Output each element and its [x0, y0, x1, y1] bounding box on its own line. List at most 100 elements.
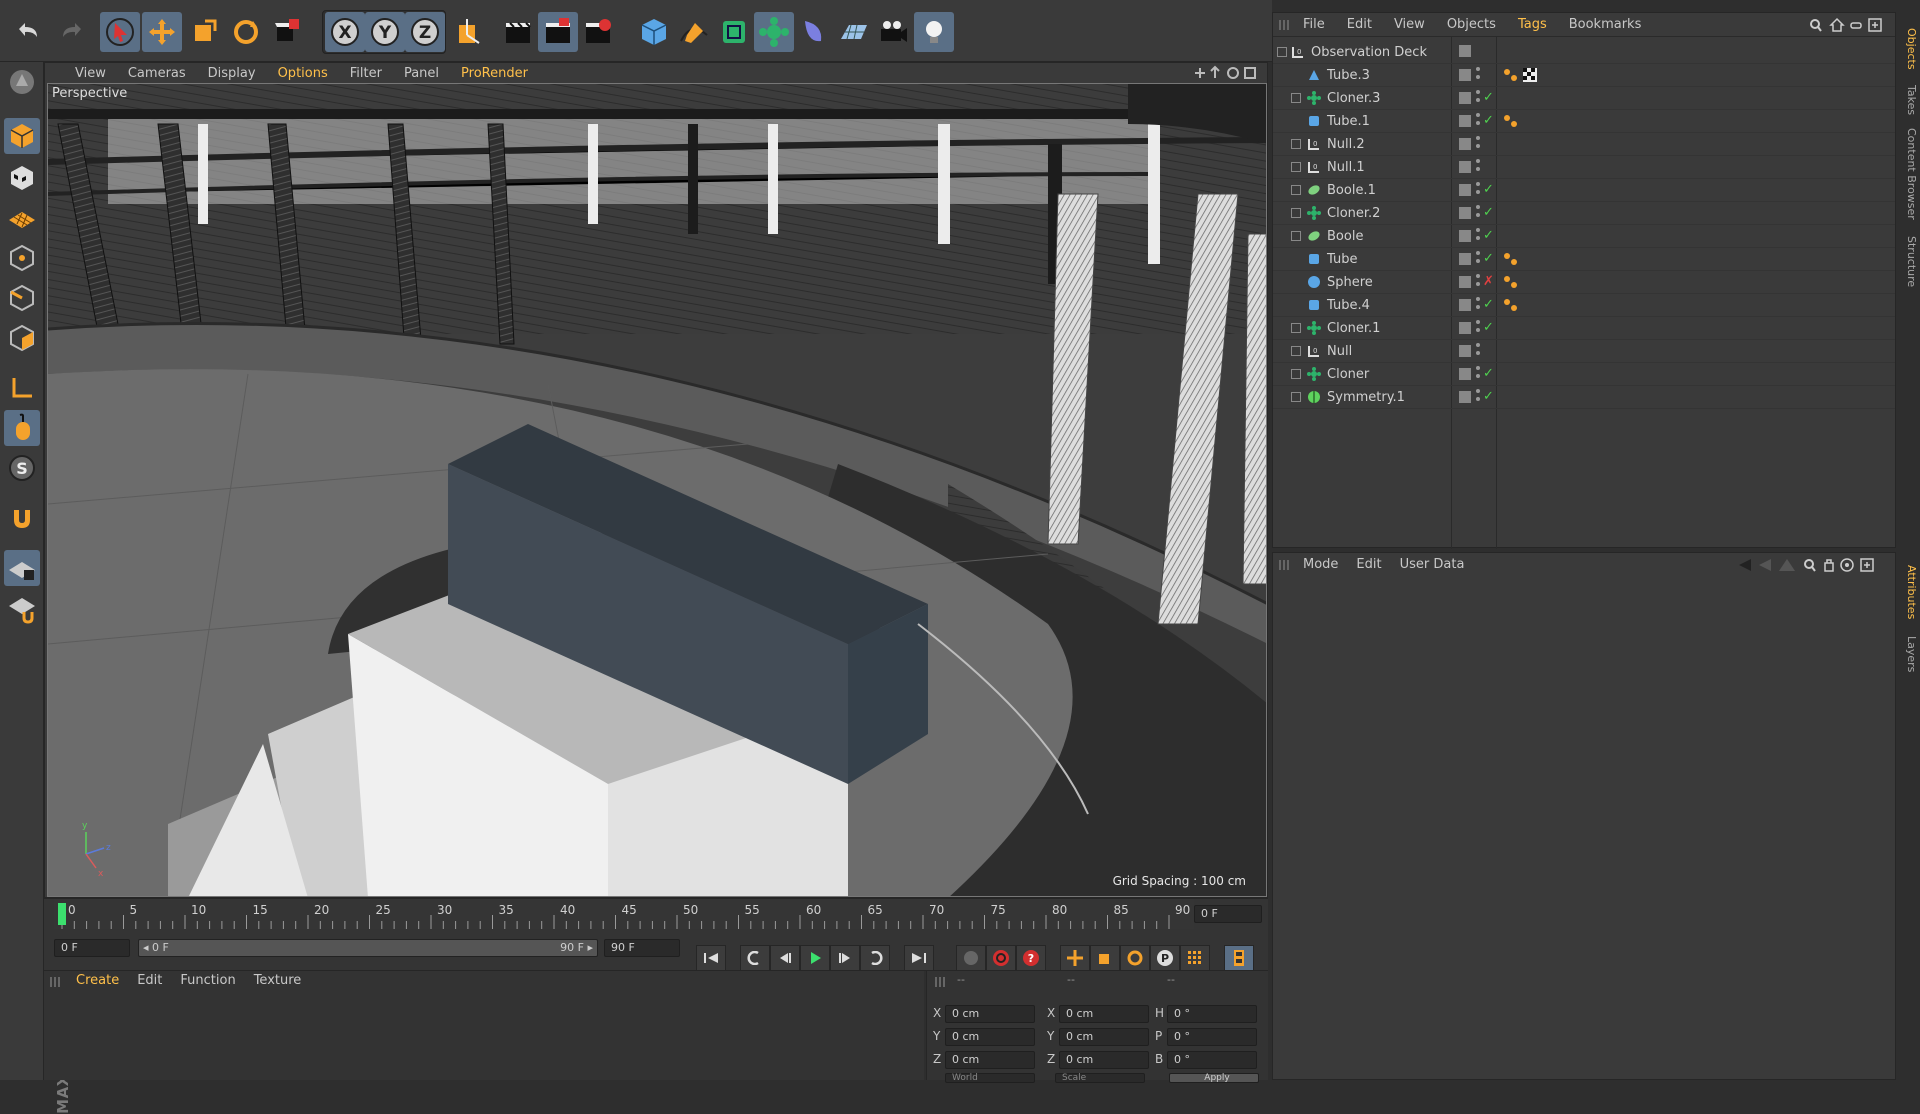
- axis-z-button[interactable]: Z: [405, 12, 445, 52]
- render-visibility-dot[interactable]: [1476, 328, 1480, 332]
- size-y-field[interactable]: 0 cm: [1059, 1028, 1149, 1046]
- magnet-button[interactable]: [4, 500, 40, 536]
- viewport-menu-prorender[interactable]: ProRender: [461, 66, 528, 81]
- material-menu-create[interactable]: Create: [76, 973, 119, 988]
- tab-content-browser[interactable]: Content Browser: [1898, 126, 1918, 222]
- render-visibility-dot[interactable]: [1476, 236, 1480, 240]
- coord-mode-dropdown[interactable]: World: [945, 1073, 1035, 1083]
- add-light-button[interactable]: [914, 12, 954, 52]
- editor-visibility-dot[interactable]: [1476, 205, 1480, 209]
- material-tag-icon[interactable]: [1503, 68, 1519, 82]
- object-row[interactable]: Cloner.3 ✓: [1273, 87, 1895, 110]
- render-visibility-dot[interactable]: [1476, 374, 1480, 378]
- layer-icon[interactable]: [1459, 391, 1471, 403]
- object-row[interactable]: 0 Null.1: [1273, 156, 1895, 179]
- editor-visibility-dot[interactable]: [1476, 159, 1480, 163]
- obj-menu-objects[interactable]: Objects: [1447, 17, 1496, 32]
- axis-mode-button[interactable]: [4, 370, 40, 406]
- workplane-mode-button[interactable]: [4, 200, 40, 236]
- panel-grip-icon[interactable]: [1279, 560, 1289, 570]
- layer-icon[interactable]: [1459, 230, 1471, 242]
- undo-button[interactable]: [8, 12, 48, 52]
- edges-mode-button[interactable]: [4, 280, 40, 316]
- layer-icon[interactable]: [1459, 115, 1471, 127]
- object-row[interactable]: Symmetry.1 ✓: [1273, 386, 1895, 409]
- position-z-field[interactable]: 0 cm: [945, 1051, 1035, 1069]
- autokey-button[interactable]: [986, 945, 1016, 971]
- rotation-b-field[interactable]: 0 °: [1167, 1051, 1257, 1069]
- model-mode-button[interactable]: [4, 118, 40, 154]
- layer-icon[interactable]: [1459, 92, 1471, 104]
- playhead[interactable]: [58, 903, 66, 925]
- editor-visibility-dot[interactable]: [1476, 113, 1480, 117]
- snap-button[interactable]: S: [4, 450, 40, 486]
- render-visibility-dot[interactable]: [1476, 259, 1480, 263]
- layer-icon[interactable]: [1459, 207, 1471, 219]
- obj-menu-view[interactable]: View: [1394, 17, 1425, 32]
- tab-attributes[interactable]: Attributes: [1898, 560, 1918, 624]
- checker-tag-icon[interactable]: [1523, 68, 1537, 82]
- 3d-viewport[interactable]: y z x Perspective Grid Spacing : 100 cm: [47, 83, 1267, 897]
- editor-visibility-dot[interactable]: [1476, 389, 1480, 393]
- object-row[interactable]: Cloner ✓: [1273, 363, 1895, 386]
- position-y-field[interactable]: 0 cm: [945, 1028, 1035, 1046]
- object-row[interactable]: Boole.1 ✓: [1273, 179, 1895, 202]
- redo-button[interactable]: [52, 12, 92, 52]
- key-parameter-button[interactable]: P: [1150, 945, 1180, 971]
- expand-toggle[interactable]: [1291, 346, 1301, 356]
- expand-toggle[interactable]: [1291, 231, 1301, 241]
- render-visibility-dot[interactable]: [1476, 397, 1480, 401]
- tab-layers[interactable]: Layers: [1898, 632, 1918, 676]
- render-visibility-dot[interactable]: [1476, 98, 1480, 102]
- enabled-check[interactable]: ✓: [1483, 320, 1494, 335]
- editor-visibility-dot[interactable]: [1476, 228, 1480, 232]
- key-pla-button[interactable]: [1180, 945, 1210, 971]
- tab-structure[interactable]: Structure: [1898, 232, 1918, 292]
- editor-visibility-dot[interactable]: [1476, 320, 1480, 324]
- render-visibility-dot[interactable]: [1476, 213, 1480, 217]
- layer-icon[interactable]: [1459, 322, 1471, 334]
- layer-icon[interactable]: [1459, 184, 1471, 196]
- object-row[interactable]: Tube.3: [1273, 64, 1895, 87]
- material-menu-edit[interactable]: Edit: [137, 973, 162, 988]
- enabled-check[interactable]: ✓: [1483, 251, 1494, 266]
- enabled-check[interactable]: ✓: [1483, 366, 1494, 381]
- layer-icon[interactable]: [1459, 138, 1471, 150]
- add-spline-button[interactable]: [674, 12, 714, 52]
- scale-tool-button[interactable]: [184, 12, 224, 52]
- layer-icon[interactable]: [1459, 161, 1471, 173]
- polygons-mode-button[interactable]: [4, 320, 40, 356]
- editor-visibility-dot[interactable]: [1476, 274, 1480, 278]
- move-tool-button[interactable]: [142, 12, 182, 52]
- timeline-window-button[interactable]: [1224, 945, 1254, 971]
- expand-toggle[interactable]: [1291, 139, 1301, 149]
- obj-menu-edit[interactable]: Edit: [1347, 17, 1372, 32]
- key-scale-button[interactable]: [1090, 945, 1120, 971]
- render-visibility-dot[interactable]: [1476, 282, 1480, 286]
- record-disabled-button[interactable]: [956, 945, 986, 971]
- attr-menu-edit[interactable]: Edit: [1356, 557, 1381, 572]
- tab-takes[interactable]: Takes: [1898, 80, 1918, 120]
- size-mode-dropdown[interactable]: Scale: [1055, 1073, 1145, 1083]
- render-visibility-dot[interactable]: [1476, 75, 1480, 79]
- tab-objects[interactable]: Objects: [1898, 24, 1918, 74]
- rotation-p-field[interactable]: 0 °: [1167, 1028, 1257, 1046]
- points-mode-button[interactable]: [4, 240, 40, 276]
- rotate-tool-button[interactable]: [226, 12, 266, 52]
- axis-x-button[interactable]: X: [325, 12, 365, 52]
- size-z-field[interactable]: 0 cm: [1059, 1051, 1149, 1069]
- material-tag-icon[interactable]: [1503, 275, 1519, 289]
- position-x-field[interactable]: 0 cm: [945, 1005, 1035, 1023]
- object-row[interactable]: Cloner.2 ✓: [1273, 202, 1895, 225]
- viewport-menu-view[interactable]: View: [75, 66, 106, 81]
- goto-next-key-button[interactable]: [860, 945, 890, 971]
- play-button[interactable]: [800, 945, 830, 971]
- viewport-menu-cameras[interactable]: Cameras: [128, 66, 186, 81]
- expand-toggle[interactable]: [1291, 392, 1301, 402]
- expand-toggle[interactable]: [1291, 185, 1301, 195]
- editor-visibility-dot[interactable]: [1476, 343, 1480, 347]
- object-row[interactable]: Tube.4 ✓: [1273, 294, 1895, 317]
- expand-toggle[interactable]: [1291, 93, 1301, 103]
- start-frame-field[interactable]: 0 F: [54, 939, 130, 957]
- object-row[interactable]: Tube ✓: [1273, 248, 1895, 271]
